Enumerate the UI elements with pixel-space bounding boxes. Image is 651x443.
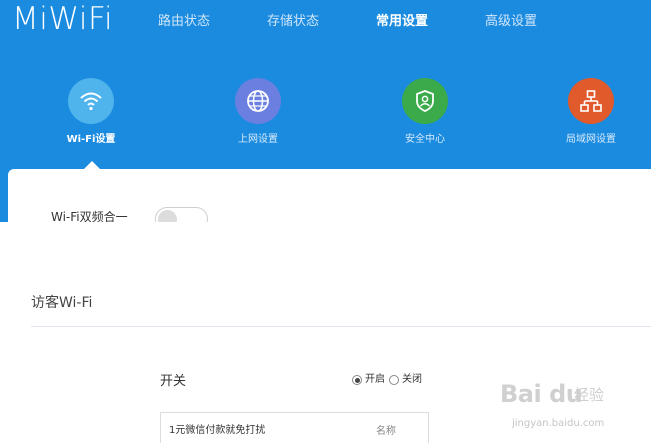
nav-router-status[interactable]: 路由状态 <box>158 13 210 31</box>
category-lan-settings[interactable]: 局域网设置 <box>536 78 646 147</box>
guest-wifi-title: 访客Wi-Fi <box>31 295 93 311</box>
baidu-jingyan-watermark: Bai du 经验 jingyan.baidu.com <box>500 372 645 434</box>
category-label: Wi-Fi设置 <box>66 134 116 145</box>
shield-icon <box>402 78 448 124</box>
router-admin-page: MiWiFi 路由状态 存储状态 常用设置 高级设置 Wi-Fi设置 上网设置 … <box>0 0 651 443</box>
radio-off-label: 关闭 <box>402 374 422 385</box>
guest-switch-label: 开关 <box>160 374 187 389</box>
nav-storage-status[interactable]: 存储状态 <box>267 13 319 31</box>
wifi-icon <box>68 78 114 124</box>
baidu-logo: Bai du <box>500 380 583 408</box>
radio-on-label: 开启 <box>365 374 385 385</box>
category-internet-settings[interactable]: 上网设置 <box>203 78 313 147</box>
category-label: 局域网设置 <box>566 134 616 145</box>
miwifi-logo[interactable]: MiWiFi <box>12 0 113 38</box>
radio-option-on[interactable]: 开启 <box>352 373 385 387</box>
guest-wifi-name-field[interactable]: 1元微信付款就免打扰 名称 <box>160 412 429 443</box>
category-wifi-settings[interactable]: Wi-Fi设置 <box>36 78 146 147</box>
radio-off[interactable] <box>389 375 399 385</box>
guest-wifi-name-label: 名称 <box>376 426 396 437</box>
radio-on[interactable] <box>352 375 362 385</box>
nav-common-settings[interactable]: 常用设置 <box>376 13 428 31</box>
watermark-url: jingyan.baidu.com <box>512 418 605 429</box>
guest-switch-radio-group: 开启 关闭 <box>352 373 426 387</box>
nav-advanced-settings[interactable]: 高级设置 <box>485 13 537 31</box>
network-icon <box>568 78 614 124</box>
watermark-text: 经验 <box>574 386 605 404</box>
guest-wifi-name-value: 1元微信付款就免打扰 <box>169 425 266 436</box>
radio-option-off[interactable]: 关闭 <box>389 373 422 387</box>
globe-icon <box>235 78 281 124</box>
section-divider <box>31 326 651 327</box>
category-security-center[interactable]: 安全中心 <box>370 78 480 147</box>
category-label: 上网设置 <box>238 134 278 145</box>
category-label: 安全中心 <box>405 134 445 145</box>
